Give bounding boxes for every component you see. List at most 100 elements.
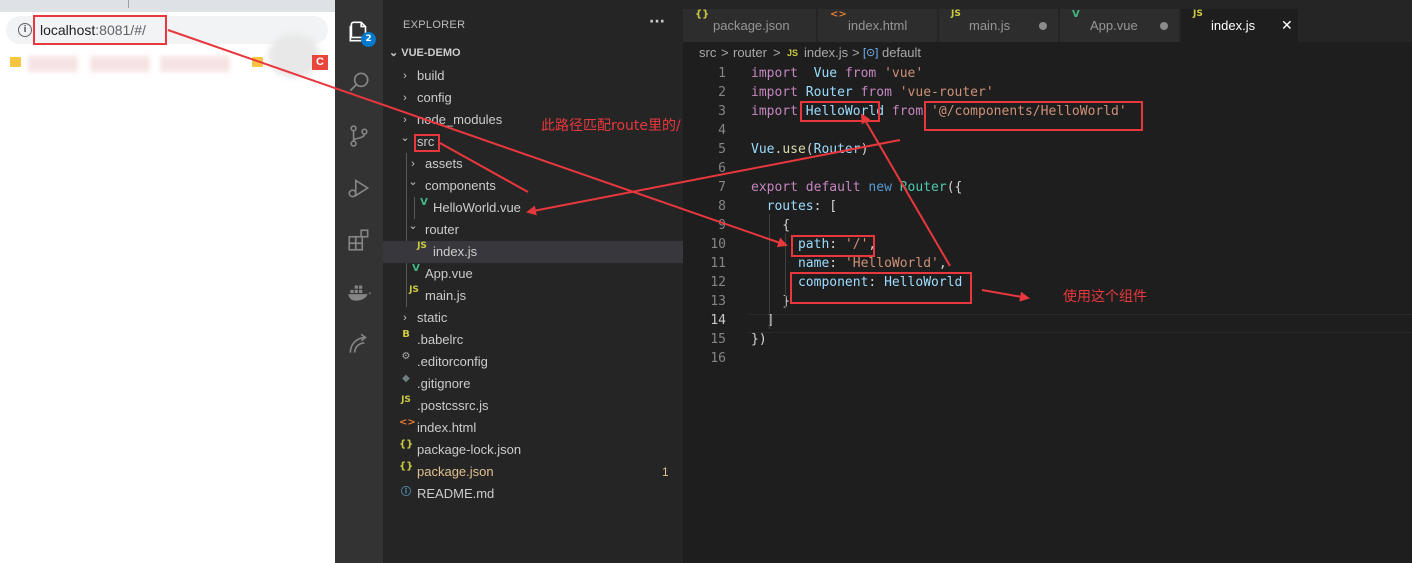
breadcrumb-item[interactable]: default xyxy=(882,42,921,64)
path-highlight-box xyxy=(791,235,875,257)
code-line[interactable]: name: 'HelloWorld', xyxy=(751,256,947,271)
tree-folder-build[interactable]: › build xyxy=(383,65,683,87)
unsaved-dot-icon[interactable] xyxy=(1160,22,1168,30)
tab-index-html[interactable]: <> index.html xyxy=(818,9,938,42)
breadcrumb-item[interactable]: router xyxy=(733,42,767,64)
tree-folder-config[interactable]: › config xyxy=(383,87,683,109)
json-file-icon: {} xyxy=(695,9,710,20)
tab-index-js[interactable]: JS index.js ✕ xyxy=(1181,9,1299,42)
line-number: 11 xyxy=(710,256,726,271)
chevron-down-icon: ⌄ xyxy=(408,176,418,188)
line-number: 10 xyxy=(710,237,726,252)
bookmark-item[interactable] xyxy=(160,56,230,72)
symbol-icon: [⊙] xyxy=(863,47,879,59)
tree-folder-components[interactable]: ⌄ components xyxy=(383,175,683,197)
search-icon[interactable] xyxy=(335,58,383,106)
line-number: 4 xyxy=(718,123,726,138)
tree-file-babelrc[interactable]: B .babelrc xyxy=(383,329,683,351)
code-token: from xyxy=(891,104,924,119)
problem-count-badge: 1 xyxy=(662,465,669,479)
breadcrumb-item[interactable]: index.js xyxy=(804,42,848,64)
code-token: Router xyxy=(813,142,861,157)
tree-folder-static[interactable]: › static xyxy=(383,307,683,329)
code-token: new xyxy=(868,180,892,195)
tree-file-readme-md[interactable]: ⓘ README.md xyxy=(383,483,683,505)
bookmark-item[interactable] xyxy=(28,56,78,72)
code-line[interactable]: export default new Router({ xyxy=(751,180,962,195)
tree-item-label: .postcssrc.js xyxy=(417,398,489,413)
bookmark-item[interactable] xyxy=(90,56,150,72)
source-control-icon[interactable] xyxy=(335,112,383,160)
import-path-highlight-box xyxy=(924,101,1143,131)
tree-file-index-html[interactable]: <> index.html xyxy=(383,417,683,439)
tree-file-index-js[interactable]: JS index.js xyxy=(383,241,683,263)
tab-label: main.js xyxy=(969,18,1011,33)
tab-app-vue[interactable]: V App.vue xyxy=(1060,9,1180,42)
docker-icon[interactable] xyxy=(335,268,383,316)
tab-package-json[interactable]: {} package.json xyxy=(683,9,817,42)
chevron-down-icon: ⌄ xyxy=(389,47,402,59)
tree-item-label: main.js xyxy=(425,288,467,303)
code-line[interactable]: { xyxy=(751,218,790,233)
bookmark-folder-icon[interactable] xyxy=(252,57,263,67)
code-line[interactable]: ] xyxy=(751,313,775,328)
js-file-icon: JS xyxy=(401,395,411,405)
tab-label: App.vue xyxy=(1090,18,1138,33)
tree-file-postcssrc-js[interactable]: JS .postcssrc.js xyxy=(383,395,683,417)
code-editor[interactable]: 1 2 3 4 5 6 7 8 9 10 11 12 13 14 15 16 import Vue from … xyxy=(683,64,1412,563)
unsaved-dot-icon[interactable] xyxy=(1039,22,1047,30)
extensions-icon[interactable] xyxy=(335,216,383,264)
browser-tab-strip xyxy=(0,0,335,12)
bookmark-badge[interactable]: C xyxy=(312,55,328,70)
info-icon[interactable]: i xyxy=(18,23,32,37)
workspace-section-title[interactable]: ⌄ VUE-DEMO xyxy=(389,46,461,59)
code-line[interactable]: Vue.use(Router) xyxy=(751,142,868,157)
code-token: { xyxy=(751,218,791,233)
code-line[interactable]: import Router from 'vue-router' xyxy=(751,85,994,100)
js-file-icon: JS xyxy=(1193,9,1203,19)
tab-label: index.js xyxy=(1211,18,1256,33)
tree-folder-router[interactable]: ⌄ router xyxy=(383,219,683,241)
tree-item-label: static xyxy=(417,310,448,325)
explorer-icon[interactable] xyxy=(335,8,383,56)
tree-file-package-json[interactable]: {} package.json 1 xyxy=(383,461,683,483)
code-token: : xyxy=(829,256,845,271)
current-line-highlight xyxy=(747,314,1412,333)
close-icon[interactable]: ✕ xyxy=(1281,9,1293,42)
more-actions-icon[interactable]: ··· xyxy=(649,14,665,30)
tree-file-package-lock-json[interactable]: {} package-lock.json xyxy=(383,439,683,461)
import-name-highlight-box xyxy=(800,101,880,122)
route-path-annotation: 此路径匹配route里的/ xyxy=(541,118,681,134)
remote-icon[interactable] xyxy=(335,320,383,368)
bookmark-folder-icon[interactable] xyxy=(10,57,21,67)
code-token: , xyxy=(938,256,947,271)
code-line[interactable]: }) xyxy=(751,332,767,347)
code-line[interactable]: import Vue from 'vue' xyxy=(751,66,923,81)
chevron-down-icon: ⌄ xyxy=(408,220,418,232)
tree-item-label: App.vue xyxy=(425,266,473,281)
indent-guide xyxy=(769,214,770,329)
tree-file-helloworld-vue[interactable]: V HelloWorld.vue xyxy=(383,197,683,219)
code-token: import xyxy=(751,66,798,81)
breadcrumb-item[interactable]: src xyxy=(699,42,716,64)
code-token: ] xyxy=(751,313,775,328)
tree-item-label: config xyxy=(417,90,452,105)
explorer-badge: 2 xyxy=(361,32,376,47)
code-token: import xyxy=(751,85,798,100)
tree-item-label: README.md xyxy=(417,486,495,501)
tree-file-app-vue[interactable]: V App.vue xyxy=(383,263,683,285)
tree-file-editorconfig[interactable]: ⚙ .editorconfig xyxy=(383,351,683,373)
code-token: Router xyxy=(805,85,853,100)
debug-icon[interactable] xyxy=(335,164,383,212)
code-token: use xyxy=(782,142,806,157)
tree-file-main-js[interactable]: JS main.js xyxy=(383,285,683,307)
code-line[interactable]: routes: [ xyxy=(751,199,837,214)
tab-main-js[interactable]: JS main.js xyxy=(939,9,1059,42)
html-file-icon: <> xyxy=(830,9,847,20)
line-number: 15 xyxy=(710,332,726,347)
code-token: default xyxy=(805,180,861,195)
tree-file-gitignore[interactable]: ◆ .gitignore xyxy=(383,373,683,395)
tree-folder-assets[interactable]: › assets xyxy=(383,153,683,175)
